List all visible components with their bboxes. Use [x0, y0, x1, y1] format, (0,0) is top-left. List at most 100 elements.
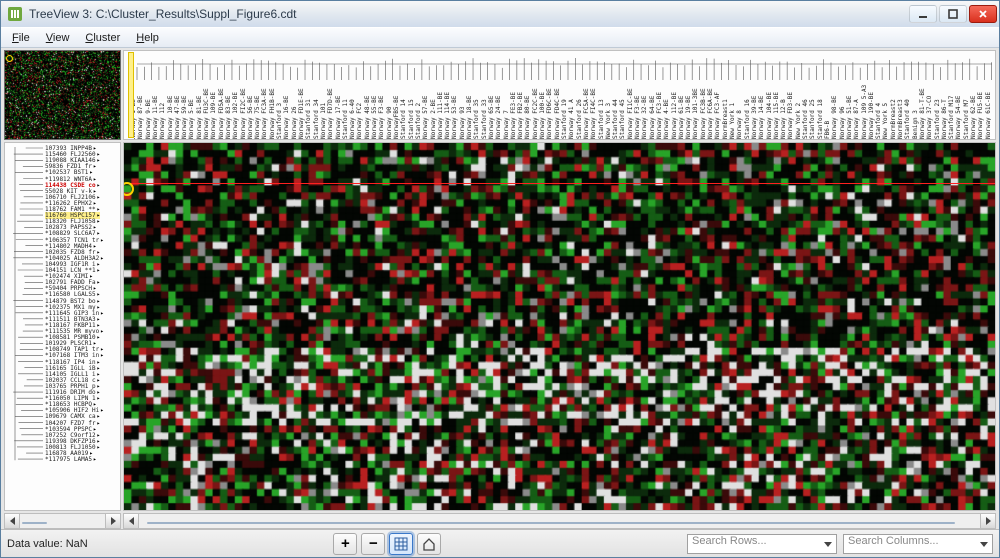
zoom-out-button[interactable]: − — [361, 533, 385, 555]
column-label: Norway 55-BE — [371, 96, 378, 139]
column-label: Norway 87-BE — [137, 96, 144, 139]
column-label: Norway 96 — [839, 106, 846, 139]
column-label: Norway 14-BE — [758, 96, 765, 139]
column-label: Norway FD6C-BE — [546, 88, 553, 139]
search-rows-placeholder: Search Rows... — [692, 535, 767, 547]
column-label: Stanford 31 — [305, 99, 312, 139]
close-button[interactable] — [969, 5, 997, 23]
column-label: Stanford 16 — [744, 99, 751, 139]
column-label: Norway FD7D-BE — [327, 88, 334, 139]
window-title: TreeView 3: C:\Cluster_Results\Suppl_Fig… — [29, 7, 909, 21]
search-rows-input[interactable]: Search Rows... — [687, 534, 837, 554]
column-label: Norway 5-BE — [188, 99, 195, 139]
menu-cluster[interactable]: Cluster — [78, 30, 127, 46]
column-label: Norway FD3-BE — [787, 92, 794, 139]
column-label: Norway 81-BE — [196, 96, 203, 139]
column-label: Norway 18-BE — [466, 96, 473, 139]
overview-heatmap[interactable] — [4, 50, 121, 140]
column-label: Norway 16-BE — [283, 96, 290, 139]
column-label: Norway FC3B-BE — [700, 88, 707, 139]
column-label: Norway FD4C-BE — [554, 88, 561, 139]
chevron-left-icon — [10, 517, 15, 525]
column-label: New York 5 — [882, 103, 889, 139]
menu-help[interactable]: Help — [129, 30, 166, 46]
reset-zoom-button[interactable] — [389, 533, 413, 555]
column-label: Norway 41 A — [568, 99, 575, 139]
client-area: Norway 1-BENorway 87-BENorway 9-BENorway… — [1, 48, 999, 557]
column-labels: Norway 1-BENorway 87-BENorway 9-BENorway… — [134, 81, 991, 139]
row-labels: 107393 INPP4B▸115460 FLJ2560▸119088 KIAA… — [45, 145, 119, 508]
column-header-panel[interactable]: Norway 1-BENorway 87-BENorway 9-BENorway… — [123, 50, 996, 140]
column-label: Norway 109 5-A3 — [861, 85, 868, 139]
search-columns-input[interactable]: Search Columns... — [843, 534, 993, 554]
column-label: Norway 17-BE — [335, 96, 342, 139]
home-button[interactable] — [417, 533, 441, 555]
column-label: Stanford 33 — [481, 99, 488, 139]
scroll-thumb[interactable] — [22, 522, 48, 524]
column-label: Norway 61C-BE — [985, 92, 991, 139]
column-label: Stanford 40 — [904, 99, 911, 139]
column-label: Stanford 13 — [598, 99, 605, 139]
maximize-icon — [948, 9, 958, 19]
menu-view[interactable]: View — [39, 30, 77, 46]
column-label: Norway FD5A-BE — [218, 88, 225, 139]
column-label: Norway FI1C-BE — [627, 88, 634, 139]
column-label: Stanford 26 — [576, 99, 583, 139]
column-label: Benign 3 — [912, 110, 919, 139]
zoom-tool-group: + − — [333, 533, 441, 555]
minimize-button[interactable] — [909, 5, 937, 23]
column-label: Norway FC5A-BE — [583, 88, 590, 139]
search-cols-placeholder: Search Columns... — [848, 535, 938, 547]
column-label: Norway 51-BE — [846, 96, 853, 139]
horizontal-scrollbar-row — [4, 513, 996, 529]
chevron-right-icon — [986, 517, 991, 525]
titlebar: TreeView 3: C:\Cluster_Results\Suppl_Fig… — [1, 1, 999, 27]
column-label: Norway 86-T — [941, 99, 948, 139]
column-label: Norway 9-BE — [145, 99, 152, 139]
column-label: Norway 83-BE — [225, 96, 232, 139]
home-icon — [422, 537, 436, 551]
column-label: NormBreast2 — [890, 99, 897, 139]
close-icon — [978, 9, 988, 19]
minus-icon: − — [369, 535, 378, 552]
column-label: Norway 101-3BE — [692, 88, 699, 139]
chevron-right-icon — [111, 517, 116, 525]
row-panel-hscroll[interactable] — [4, 513, 121, 529]
plus-icon: + — [341, 535, 350, 552]
column-label: Norway F3-BE — [634, 96, 641, 139]
column-label: New York 2 — [795, 103, 802, 139]
column-label: Norway 8 — [736, 110, 743, 139]
row-header-panel[interactable]: 107393 INPP4B▸115460 FLJ2560▸119088 KIAA… — [4, 142, 121, 511]
column-label: Stanford 23 — [934, 99, 941, 139]
scroll-left-button[interactable] — [5, 514, 20, 528]
column-label: Stanford 18 — [817, 99, 824, 139]
column-label: Norway 7 — [503, 110, 510, 139]
window-buttons — [909, 5, 997, 23]
column-label: Norway 65-BE — [488, 96, 495, 139]
column-label: Stanford 2 — [415, 103, 422, 139]
column-label: Norway 57-BE — [422, 96, 429, 139]
column-label: Norway FU3C-BE — [203, 88, 210, 139]
column-label: Norway FC2C-BE — [532, 88, 539, 139]
column-label: Norway 24-BE — [495, 96, 502, 139]
column-label: Stanford 11 — [342, 99, 349, 139]
scroll-right-button[interactable] — [980, 514, 995, 528]
column-label: Norway 80-BE — [524, 96, 531, 139]
menu-file[interactable]: File — [5, 30, 37, 46]
maximize-button[interactable] — [939, 5, 967, 23]
column-label: Norway 190-BE — [868, 92, 875, 139]
scroll-right-button[interactable] — [105, 514, 120, 528]
scroll-thumb[interactable] — [147, 522, 954, 524]
column-label: Norway 64-BE — [649, 96, 656, 139]
column-label: Norway FC3-BE — [656, 92, 663, 139]
heatmap-hscroll[interactable] — [123, 513, 996, 529]
heatmap-panel[interactable] — [123, 142, 996, 511]
scroll-left-button[interactable] — [124, 514, 139, 528]
zoom-in-button[interactable]: + — [333, 533, 357, 555]
column-label: Stanford 25 — [809, 99, 816, 139]
column-label: Stanford 19 — [561, 99, 568, 139]
column-label: Norway 53-BE — [451, 96, 458, 139]
column-label: Norway 93 — [459, 106, 466, 139]
column-label: Norway 101 — [320, 103, 327, 139]
app-window: TreeView 3: C:\Cluster_Results\Suppl_Fig… — [0, 0, 1000, 558]
